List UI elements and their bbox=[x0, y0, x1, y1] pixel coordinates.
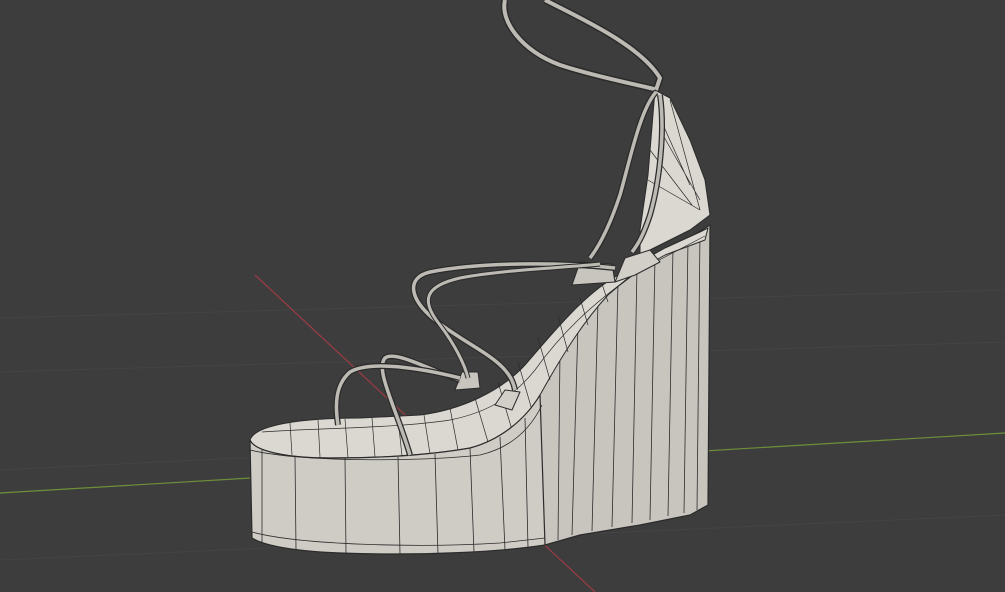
wedge-heel bbox=[524, 224, 711, 546]
heel-counter bbox=[639, 89, 711, 256]
3d-viewport[interactable] bbox=[0, 0, 1005, 592]
sandal-mesh[interactable] bbox=[249, 0, 711, 555]
